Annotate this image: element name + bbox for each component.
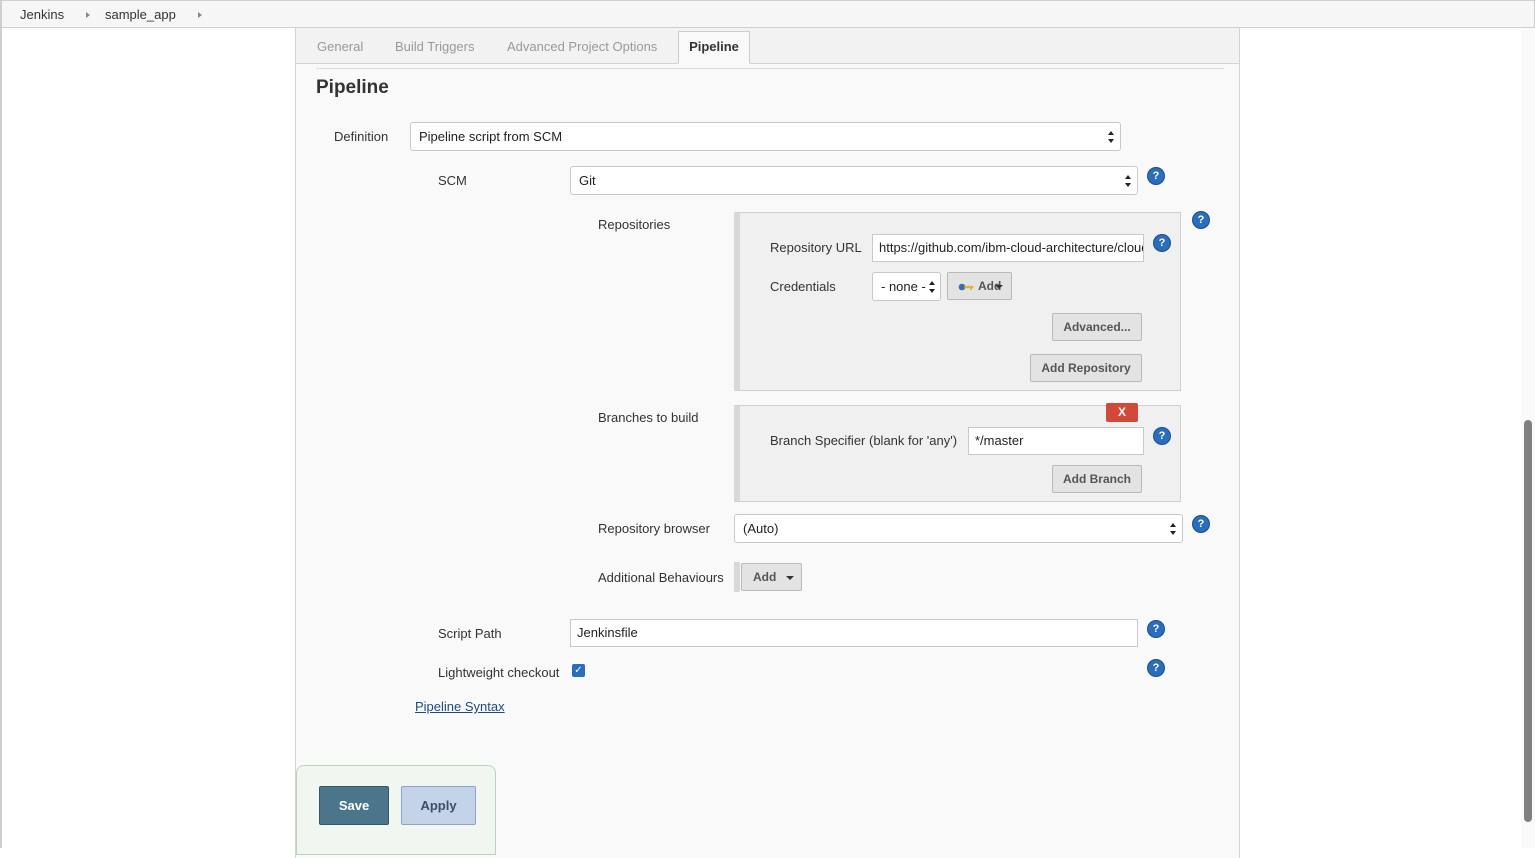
credentials-select-value: - none -: [881, 279, 926, 294]
delete-branch-button[interactable]: X: [1106, 403, 1138, 422]
script-path-label: Script Path: [438, 626, 502, 641]
credentials-select[interactable]: - none -: [872, 272, 941, 301]
select-arrows-icon: [1125, 175, 1132, 187]
caret-down-icon: [995, 285, 1003, 289]
additional-behaviours-edge: [734, 562, 740, 592]
add-branch-button[interactable]: Add Branch: [1052, 465, 1142, 493]
window-edge: [0, 28, 2, 848]
help-icon[interactable]: ?: [1154, 235, 1170, 251]
credentials-label: Credentials: [770, 279, 836, 294]
branch-specifier-label: Branch Specifier (blank for 'any'): [770, 433, 958, 448]
breadcrumb-chevron-icon[interactable]: [86, 12, 90, 18]
pipeline-syntax-link[interactable]: Pipeline Syntax: [415, 699, 505, 714]
select-arrows-icon: [1108, 131, 1115, 143]
help-icon[interactable]: ?: [1193, 516, 1209, 532]
add-behaviour-button[interactable]: Add: [741, 563, 802, 591]
caret-down-icon: [786, 576, 794, 580]
save-button[interactable]: Save: [319, 786, 389, 825]
scm-label: SCM: [438, 173, 467, 188]
apply-button[interactable]: Apply: [401, 786, 476, 825]
help-icon[interactable]: ?: [1148, 168, 1164, 184]
help-icon[interactable]: ?: [1154, 428, 1170, 444]
help-icon[interactable]: ?: [1193, 212, 1209, 228]
scm-select-value: Git: [579, 173, 596, 188]
tab-general[interactable]: General: [317, 39, 363, 54]
add-behaviour-label: Add: [753, 570, 777, 584]
select-arrows-icon: [929, 281, 936, 293]
tab-pipeline[interactable]: Pipeline: [678, 31, 750, 64]
repository-url-input[interactable]: https://github.com/ibm-cloud-architectur…: [872, 234, 1144, 262]
scm-select[interactable]: Git: [570, 166, 1138, 195]
select-arrows-icon: [1170, 523, 1177, 535]
repository-browser-label: Repository browser: [598, 521, 710, 536]
repository-browser-select-value: (Auto): [743, 521, 779, 536]
script-path-input[interactable]: Jenkinsfile: [570, 619, 1138, 647]
branches-label: Branches to build: [598, 410, 699, 425]
advanced-button[interactable]: Advanced...: [1052, 313, 1142, 341]
section-divider: [316, 68, 1224, 69]
definition-select-value: Pipeline script from SCM: [419, 129, 563, 144]
additional-behaviours-label: Additional Behaviours: [598, 570, 724, 585]
key-icon: [958, 283, 974, 291]
breadcrumb-chevron-icon[interactable]: [198, 12, 202, 18]
section-title: Pipeline: [316, 77, 389, 98]
breadcrumb: Jenkins sample_app: [0, 0, 1535, 28]
scrollbar-thumb[interactable]: [1524, 420, 1532, 822]
definition-label: Definition: [334, 129, 389, 144]
help-icon[interactable]: ?: [1148, 621, 1164, 637]
definition-select[interactable]: Pipeline script from SCM: [410, 122, 1121, 151]
tab-advanced-project-options[interactable]: Advanced Project Options: [507, 39, 657, 54]
add-credentials-button[interactable]: Add: [947, 272, 1012, 300]
branch-specifier-input[interactable]: */master: [968, 427, 1144, 455]
tab-build-triggers[interactable]: Build Triggers: [395, 39, 474, 54]
breadcrumb-sample-app[interactable]: sample_app: [105, 7, 176, 22]
help-icon[interactable]: ?: [1148, 660, 1164, 676]
lightweight-checkout-checkbox[interactable]: ✓: [572, 664, 585, 677]
repository-url-label: Repository URL: [770, 240, 862, 255]
lightweight-checkout-label: Lightweight checkout: [438, 665, 560, 680]
breadcrumb-jenkins[interactable]: Jenkins: [20, 7, 64, 22]
repositories-label: Repositories: [598, 217, 671, 232]
config-tab-bar: General Build Triggers Advanced Project …: [296, 28, 1239, 64]
add-repository-button[interactable]: Add Repository: [1030, 354, 1142, 382]
repository-browser-select[interactable]: (Auto): [734, 514, 1183, 543]
